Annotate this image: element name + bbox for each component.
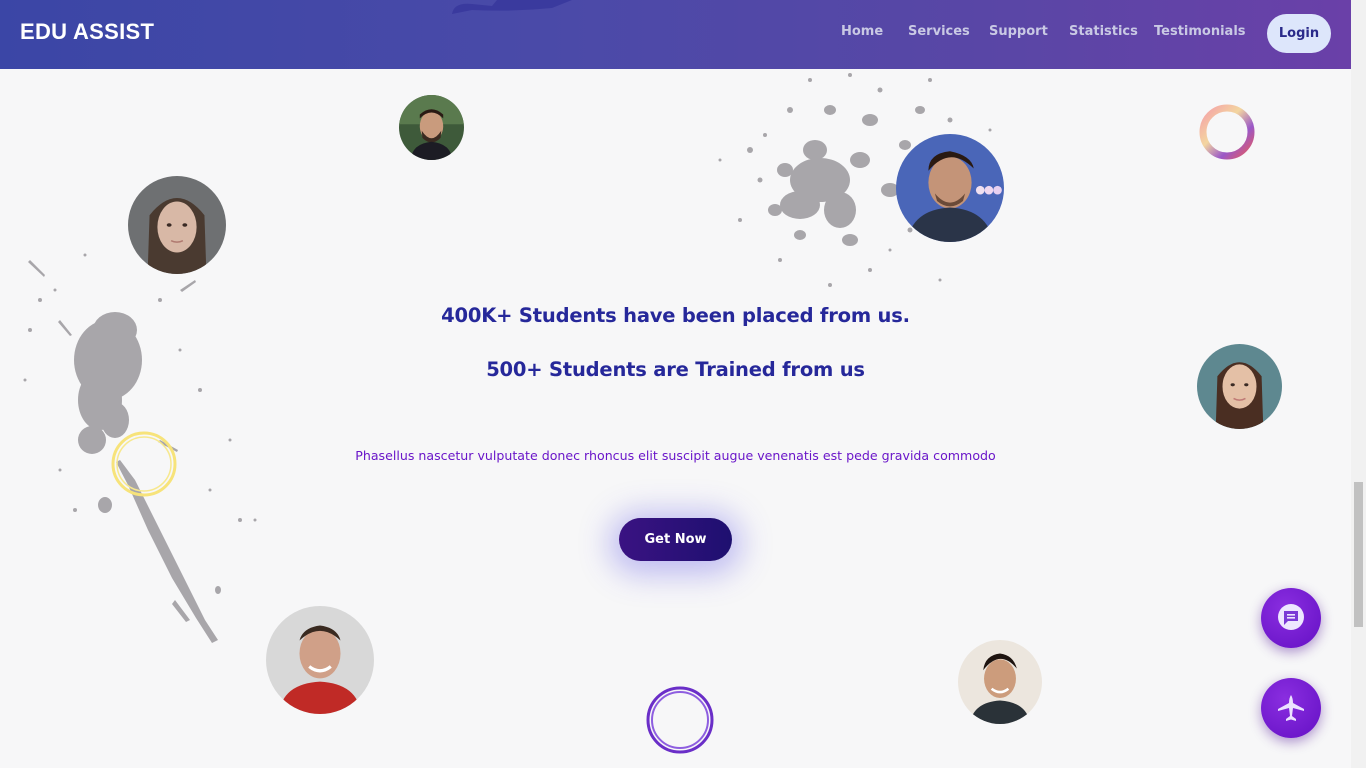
login-button[interactable]: Login — [1267, 14, 1331, 53]
trained-students-headline: 500+ Students are Trained from us — [486, 358, 865, 381]
yellow-ring — [111, 431, 177, 497]
student-avatar-5 — [266, 606, 374, 714]
student-avatar-3 — [896, 134, 1004, 242]
nav-services[interactable]: Services — [908, 24, 970, 39]
student-avatar-6 — [958, 640, 1042, 724]
placed-students-headline: 400K+ Students have been placed from us. — [441, 304, 910, 327]
jet-plane-icon — [1278, 695, 1304, 721]
scrollbar-thumb[interactable] — [1354, 482, 1363, 627]
chat-bubble-icon — [1278, 604, 1304, 630]
jet-launch-button[interactable] — [1261, 678, 1321, 738]
student-avatar-4 — [1197, 344, 1282, 429]
nav-support[interactable]: Support — [989, 24, 1048, 39]
student-avatar-2 — [128, 176, 226, 274]
nav-home[interactable]: Home — [841, 24, 883, 39]
chat-button[interactable] — [1261, 588, 1321, 648]
nav-statistics[interactable]: Statistics — [1069, 24, 1138, 39]
hero-description: Phasellus nascetur vulputate donec rhonc… — [355, 448, 996, 463]
get-now-button[interactable]: Get Now — [619, 518, 732, 561]
student-avatar-1 — [399, 95, 464, 160]
page-scrollbar[interactable] — [1351, 0, 1366, 768]
brand-logo[interactable]: EDU ASSIST — [20, 19, 154, 45]
nav-testimonials[interactable]: Testimonials — [1154, 24, 1246, 39]
gradient-ring — [1199, 104, 1255, 160]
header-decorative-shape — [452, 0, 572, 14]
top-navbar: EDU ASSIST Home Services Support Statist… — [0, 0, 1351, 69]
purple-ring — [646, 686, 714, 754]
